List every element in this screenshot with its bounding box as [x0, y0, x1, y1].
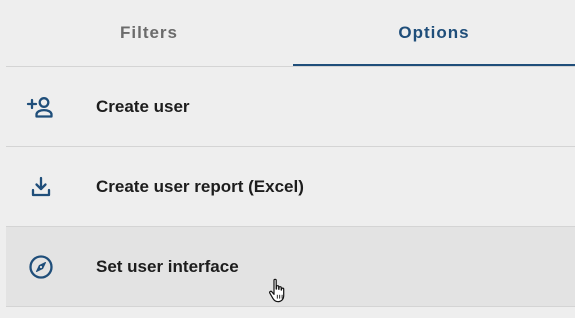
tab-filters-label: Filters: [119, 23, 179, 42]
create-user-report-item[interactable]: Create user report (Excel): [6, 147, 575, 227]
tab-options[interactable]: Options: [293, 0, 575, 66]
tab-filters[interactable]: Filters: [0, 0, 298, 66]
tab-bar: Filters Options: [0, 0, 575, 66]
tab-options-label: Options: [398, 23, 470, 42]
options-menu: Create user Create user report (Excel) S…: [6, 67, 575, 307]
compass-icon: [26, 253, 56, 281]
create-user-report-label: Create user report (Excel): [96, 176, 304, 196]
download-icon: [26, 173, 56, 201]
add-person-icon: [26, 93, 56, 121]
set-user-interface-item[interactable]: Set user interface: [6, 227, 575, 307]
create-user-item[interactable]: Create user: [6, 67, 575, 147]
set-user-interface-label: Set user interface: [96, 256, 239, 276]
create-user-label: Create user: [96, 96, 190, 116]
